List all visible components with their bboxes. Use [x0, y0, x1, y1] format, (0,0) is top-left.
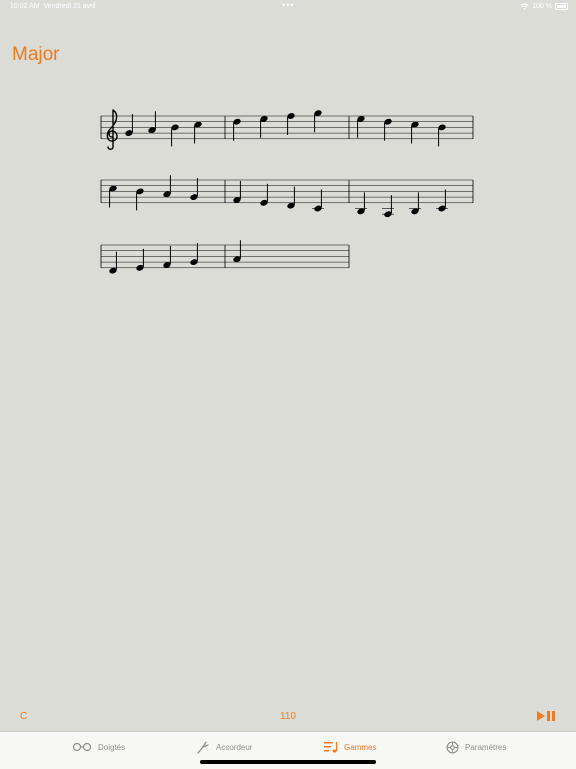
- home-indicator: [200, 760, 376, 764]
- tab-label: Doigtés: [98, 742, 126, 752]
- tab-label: Gammes: [344, 742, 377, 752]
- music-score: [100, 109, 474, 274]
- tab-label: Accordeur: [216, 742, 253, 752]
- tab-label: Paramètres: [465, 742, 507, 752]
- glasses-icon: [72, 742, 92, 752]
- scales-icon: [324, 742, 338, 753]
- tab-parametres[interactable]: Paramètres: [446, 732, 506, 762]
- tab-accordeur[interactable]: Accordeur: [196, 732, 252, 762]
- tab-bar: Doigtés Accordeur Gammes Paramètres: [0, 731, 576, 769]
- tuning-fork-icon: [197, 741, 209, 754]
- tab-gammes[interactable]: Gammes: [324, 732, 376, 762]
- gear-icon: [446, 741, 459, 753]
- tempo-selector[interactable]: 110: [280, 711, 296, 722]
- key-selector[interactable]: C: [20, 711, 27, 722]
- tab-doigtes[interactable]: Doigtés: [72, 732, 125, 762]
- play-pause-icon[interactable]: [536, 710, 556, 722]
